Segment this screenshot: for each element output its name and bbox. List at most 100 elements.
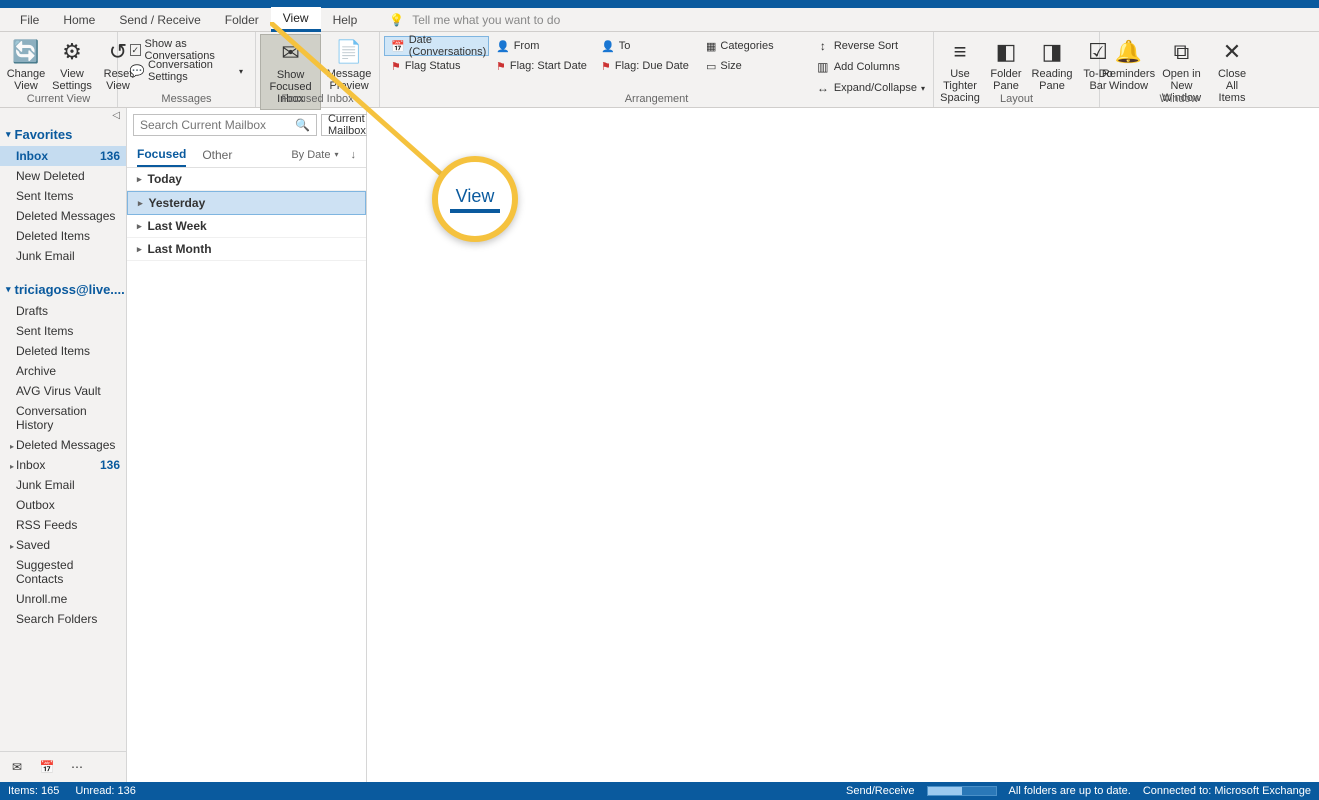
pivot-other[interactable]: Other [202,144,232,166]
chevron-down-icon: ▾ [6,129,11,140]
nav-item-deleted-items[interactable]: Deleted Items [0,341,126,361]
conversation-settings-button[interactable]: 💬 Conversation Settings ▾ [126,61,247,81]
folder-pane-icon: ◧ [992,38,1020,66]
ribbon: 🔄 Change View ⚙ View Settings ↺ Reset Vi… [0,32,1319,108]
from-icon: 👤 [496,40,510,53]
show-conversations-checkbox[interactable]: ✓ Show as Conversations [126,40,247,60]
group-header-yesterday[interactable]: ▸Yesterday [127,191,366,215]
favorites-header[interactable]: ▾Favorites [0,123,126,146]
calendar-icon[interactable]: 📅 [38,758,56,776]
nav-item-sent-items[interactable]: Sent Items [0,321,126,341]
conversation-icon: 💬 [130,64,144,78]
search-input-wrap[interactable]: 🔍 [133,114,317,136]
group-header-last-week[interactable]: ▸Last Week [127,215,366,238]
tab-folder[interactable]: Folder [213,9,271,31]
change-view-icon: 🔄 [12,38,40,66]
bell-icon: 🔔 [1114,38,1142,66]
sort-label: By Date [291,149,330,161]
nav-item-avg-virus-vault[interactable]: AVG Virus Vault [0,381,126,401]
search-scope-label: Current Mailbox [328,113,366,137]
tab-help[interactable]: Help [321,9,370,31]
arr-flagstatus-label: Flag Status [405,60,461,72]
conversation-settings-label: Conversation Settings [148,59,235,83]
nav-item-inbox[interactable]: ▸Inbox136 [0,455,126,475]
group-header-today[interactable]: ▸Today [127,168,366,191]
arrange-by-to[interactable]: 👤To [594,36,699,56]
arrange-by-flag-start[interactable]: ⚑Flag: Start Date [489,56,594,76]
tab-view[interactable]: View [271,7,321,32]
nav-item-inbox[interactable]: Inbox136 [0,146,126,166]
search-icon[interactable]: 🔍 [295,118,310,132]
arrange-by-size[interactable]: ▭ Size [699,56,804,76]
nav-item-unroll.me[interactable]: Unroll.me [0,589,126,609]
arrange-by-from[interactable]: 👤From [489,36,594,56]
nav-item-drafts[interactable]: Drafts [0,301,126,321]
arrange-by-date[interactable]: 📅Date (Conversations) [384,36,489,56]
status-items: Items: 165 [8,785,59,797]
spacing-icon: ≡ [946,38,974,66]
add-columns-icon: ▥ [816,60,830,74]
sort-direction-icon[interactable]: ↓ [351,149,357,161]
current-view-group-label: Current View [0,93,117,107]
arrange-by-flag-status[interactable]: ⚑ Flag Status [384,56,489,76]
reminders-label: Reminders Window [1102,68,1155,92]
nav-item-junk-email[interactable]: Junk Email [0,246,126,266]
nav-item-archive[interactable]: Archive [0,361,126,381]
size-icon: ▭ [706,60,716,73]
nav-item-saved[interactable]: ▸Saved [0,535,126,555]
nav-item-new-deleted[interactable]: New Deleted [0,166,126,186]
arr-date-label: Date (Conversations) [409,34,487,58]
tab-file[interactable]: File [8,9,51,31]
status-uptodate: All folders are up to date. [1009,785,1131,797]
flag-icon: ⚑ [391,60,401,73]
search-input[interactable] [140,118,295,132]
nav-item-junk-email[interactable]: Junk Email [0,475,126,495]
close-icon: ✕ [1218,38,1246,66]
nav-item-deleted-messages[interactable]: ▸Deleted Messages [0,435,126,455]
status-connected: Connected to: Microsoft Exchange [1143,785,1311,797]
group-header-last-month[interactable]: ▸Last Month [127,238,366,261]
pivot-focused[interactable]: Focused [137,143,186,167]
arr-size-label: Size [720,60,741,72]
more-icon[interactable]: ⋯ [68,758,86,776]
nav-item-conversation-history[interactable]: Conversation History [0,401,126,435]
tab-sendreceive[interactable]: Send / Receive [107,9,212,31]
add-columns-button[interactable]: ▥ Add Columns [812,57,929,77]
reading-pane-icon: ◨ [1038,38,1066,66]
arr-to-label: To [619,40,631,52]
focused-inbox-icon: ✉ [277,39,305,67]
reading-pane-label: Reading Pane [1032,68,1073,92]
flag-icon: ⚑ [601,60,611,73]
nav-item-outbox[interactable]: Outbox [0,495,126,515]
window-group-label: Window [1100,93,1258,107]
nav-item-suggested-contacts[interactable]: Suggested Contacts [0,555,126,589]
flag-icon: ⚑ [496,60,506,73]
arrange-by-categories[interactable]: ▦Categories [699,36,804,56]
view-settings-label: View Settings [52,68,92,92]
message-preview-icon: 📄 [335,38,363,66]
title-bar [0,0,1319,8]
nav-bottom-bar: ✉ 📅 ⋯ [0,751,126,782]
gear-icon: ⚙ [58,38,86,66]
sort-dropdown[interactable]: By Date▾↓ [291,149,356,161]
nav-item-deleted-messages[interactable]: Deleted Messages [0,206,126,226]
tell-me-search[interactable]: 💡 Tell me what you want to do [389,13,560,27]
account-header[interactable]: ▾triciagoss@live.... [0,278,126,301]
account-label: triciagoss@live.... [15,282,125,297]
nav-item-rss-feeds[interactable]: RSS Feeds [0,515,126,535]
reverse-sort-button[interactable]: ↕ Reverse Sort [812,36,929,56]
nav-item-sent-items[interactable]: Sent Items [0,186,126,206]
nav-item-search-folders[interactable]: Search Folders [0,609,126,629]
lightbulb-icon: 💡 [389,13,404,27]
mail-icon[interactable]: ✉ [8,758,26,776]
collapse-nav-button[interactable]: ◁ [0,108,126,123]
nav-item-deleted-items[interactable]: Deleted Items [0,226,126,246]
chevron-down-icon: ▾ [239,67,243,76]
status-sendreceive: Send/Receive [846,785,915,797]
tell-me-label: Tell me what you want to do [412,13,560,27]
add-columns-label: Add Columns [834,61,900,73]
sort-icon: ↕ [816,39,830,53]
reverse-sort-label: Reverse Sort [834,40,898,52]
arrange-by-flag-due[interactable]: ⚑Flag: Due Date [594,56,699,76]
tab-home[interactable]: Home [51,9,107,31]
